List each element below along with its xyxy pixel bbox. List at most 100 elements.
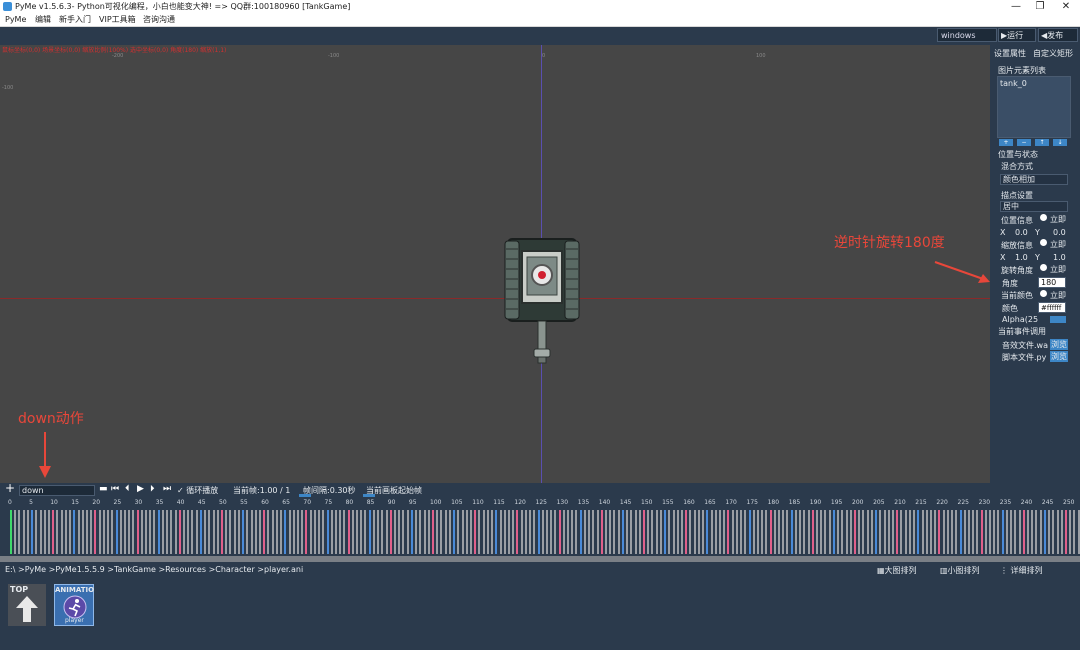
frame-cell[interactable]: [676, 510, 679, 554]
small-icon-view-button[interactable]: ▥小图排列: [940, 565, 980, 576]
publish-button[interactable]: ◀发布: [1038, 28, 1078, 42]
frame-cell[interactable]: [529, 510, 532, 554]
large-icon-view-button[interactable]: ▦大图排列: [877, 565, 917, 576]
frame-cell[interactable]: [786, 510, 789, 554]
alpha-slider[interactable]: [1050, 316, 1066, 323]
frame-cell[interactable]: [668, 510, 671, 554]
frame-cell[interactable]: [275, 510, 278, 554]
frame-cell[interactable]: [887, 510, 890, 554]
frame-cell[interactable]: [482, 510, 485, 554]
frame-cell[interactable]: [474, 510, 477, 554]
frame-cell[interactable]: [351, 510, 354, 554]
frame-cell[interactable]: [140, 510, 143, 554]
frame-cell[interactable]: [39, 510, 42, 554]
menu-consult[interactable]: 咨询沟通: [143, 14, 175, 26]
frame-cell[interactable]: [761, 510, 764, 554]
frame-cell[interactable]: [794, 510, 797, 554]
frame-cell[interactable]: [330, 510, 333, 554]
frame-cell[interactable]: [778, 510, 781, 554]
frame-cell[interactable]: [191, 510, 194, 554]
frame-cell[interactable]: [246, 510, 249, 554]
frame-cell[interactable]: [613, 510, 616, 554]
frame-cell[interactable]: [837, 510, 840, 554]
frame-cell[interactable]: [883, 510, 886, 554]
pos-y-input[interactable]: 0.0: [1053, 228, 1066, 237]
frame-cell[interactable]: [744, 510, 747, 554]
frame-cell[interactable]: [326, 510, 329, 554]
frame-cell[interactable]: [1052, 510, 1055, 554]
frame-cell[interactable]: [942, 510, 945, 554]
frame-cell[interactable]: [891, 510, 894, 554]
frame-cell[interactable]: [820, 510, 823, 554]
anchor-select[interactable]: 居中: [1000, 201, 1068, 212]
frame-cell[interactable]: [233, 510, 236, 554]
frame-cell[interactable]: [803, 510, 806, 554]
frame-cell[interactable]: [10, 510, 12, 554]
frame-cell[interactable]: [377, 510, 380, 554]
detail-view-button[interactable]: ⋮ 详细排列: [1000, 565, 1043, 576]
frame-cell[interactable]: [35, 510, 38, 554]
frame-cell[interactable]: [993, 510, 996, 554]
frame-cell[interactable]: [1060, 510, 1063, 554]
frame-cell[interactable]: [258, 510, 261, 554]
frame-cell[interactable]: [18, 510, 21, 554]
frame-cell[interactable]: [242, 510, 245, 554]
frame-cell[interactable]: [503, 510, 506, 554]
frame-cell[interactable]: [664, 510, 667, 554]
frame-cell[interactable]: [1014, 510, 1017, 554]
menu-beginner[interactable]: 新手入门: [59, 14, 91, 26]
frame-cell[interactable]: [862, 510, 865, 554]
frame-cell[interactable]: [579, 510, 582, 554]
menu-pyme[interactable]: PyMe: [5, 14, 26, 26]
frame-cell[interactable]: [469, 510, 472, 554]
frame-cell[interactable]: [588, 510, 591, 554]
frame-cell[interactable]: [524, 510, 527, 554]
frame-cell[interactable]: [1022, 510, 1025, 554]
frame-cell[interactable]: [237, 510, 240, 554]
element-list[interactable]: tank_0: [997, 76, 1071, 138]
frame-cell[interactable]: [959, 510, 962, 554]
frame-cell[interactable]: [516, 510, 519, 554]
frame-cell[interactable]: [925, 510, 928, 554]
frame-cell[interactable]: [748, 510, 751, 554]
frame-cell[interactable]: [60, 510, 63, 554]
frame-cell[interactable]: [1077, 510, 1080, 554]
frame-cell[interactable]: [600, 510, 603, 554]
frame-cell[interactable]: [946, 510, 949, 554]
frame-cell[interactable]: [478, 510, 481, 554]
frame-cell[interactable]: [292, 510, 295, 554]
frame-cell[interactable]: [1043, 510, 1046, 554]
frame-cell[interactable]: [52, 510, 55, 554]
frame-cell[interactable]: [723, 510, 726, 554]
frame-cell[interactable]: [917, 510, 920, 554]
frame-cell[interactable]: [427, 510, 430, 554]
frame-cell[interactable]: [879, 510, 882, 554]
frame-cell[interactable]: [605, 510, 608, 554]
scale-y-input[interactable]: 1.0: [1053, 253, 1066, 262]
frame-cell[interactable]: [900, 510, 903, 554]
frame-cell[interactable]: [77, 510, 80, 554]
frame-cell[interactable]: [816, 510, 819, 554]
frame-cell[interactable]: [799, 510, 802, 554]
frame-cell[interactable]: [208, 510, 211, 554]
frame-cell[interactable]: [423, 510, 426, 554]
last-frame-icon[interactable]: ⏭: [163, 484, 171, 494]
frame-cell[interactable]: [811, 510, 814, 554]
frame-cell[interactable]: [567, 510, 570, 554]
frame-cell[interactable]: [364, 510, 367, 554]
frame-cell[interactable]: [740, 510, 743, 554]
frame-cell[interactable]: [655, 510, 658, 554]
scale-immediate-radio[interactable]: [1040, 239, 1047, 246]
frame-cell[interactable]: [550, 510, 553, 554]
frame-cell[interactable]: [149, 510, 152, 554]
frame-cell[interactable]: [31, 510, 34, 554]
frame-cell[interactable]: [955, 510, 958, 554]
frame-cell[interactable]: [997, 510, 1000, 554]
frame-track[interactable]: [0, 509, 1080, 555]
frame-cell[interactable]: [718, 510, 721, 554]
frame-cell[interactable]: [415, 510, 418, 554]
frame-cell[interactable]: [115, 510, 118, 554]
frame-cell[interactable]: [453, 510, 456, 554]
frame-cell[interactable]: [444, 510, 447, 554]
platform-select[interactable]: windows: [937, 28, 997, 42]
